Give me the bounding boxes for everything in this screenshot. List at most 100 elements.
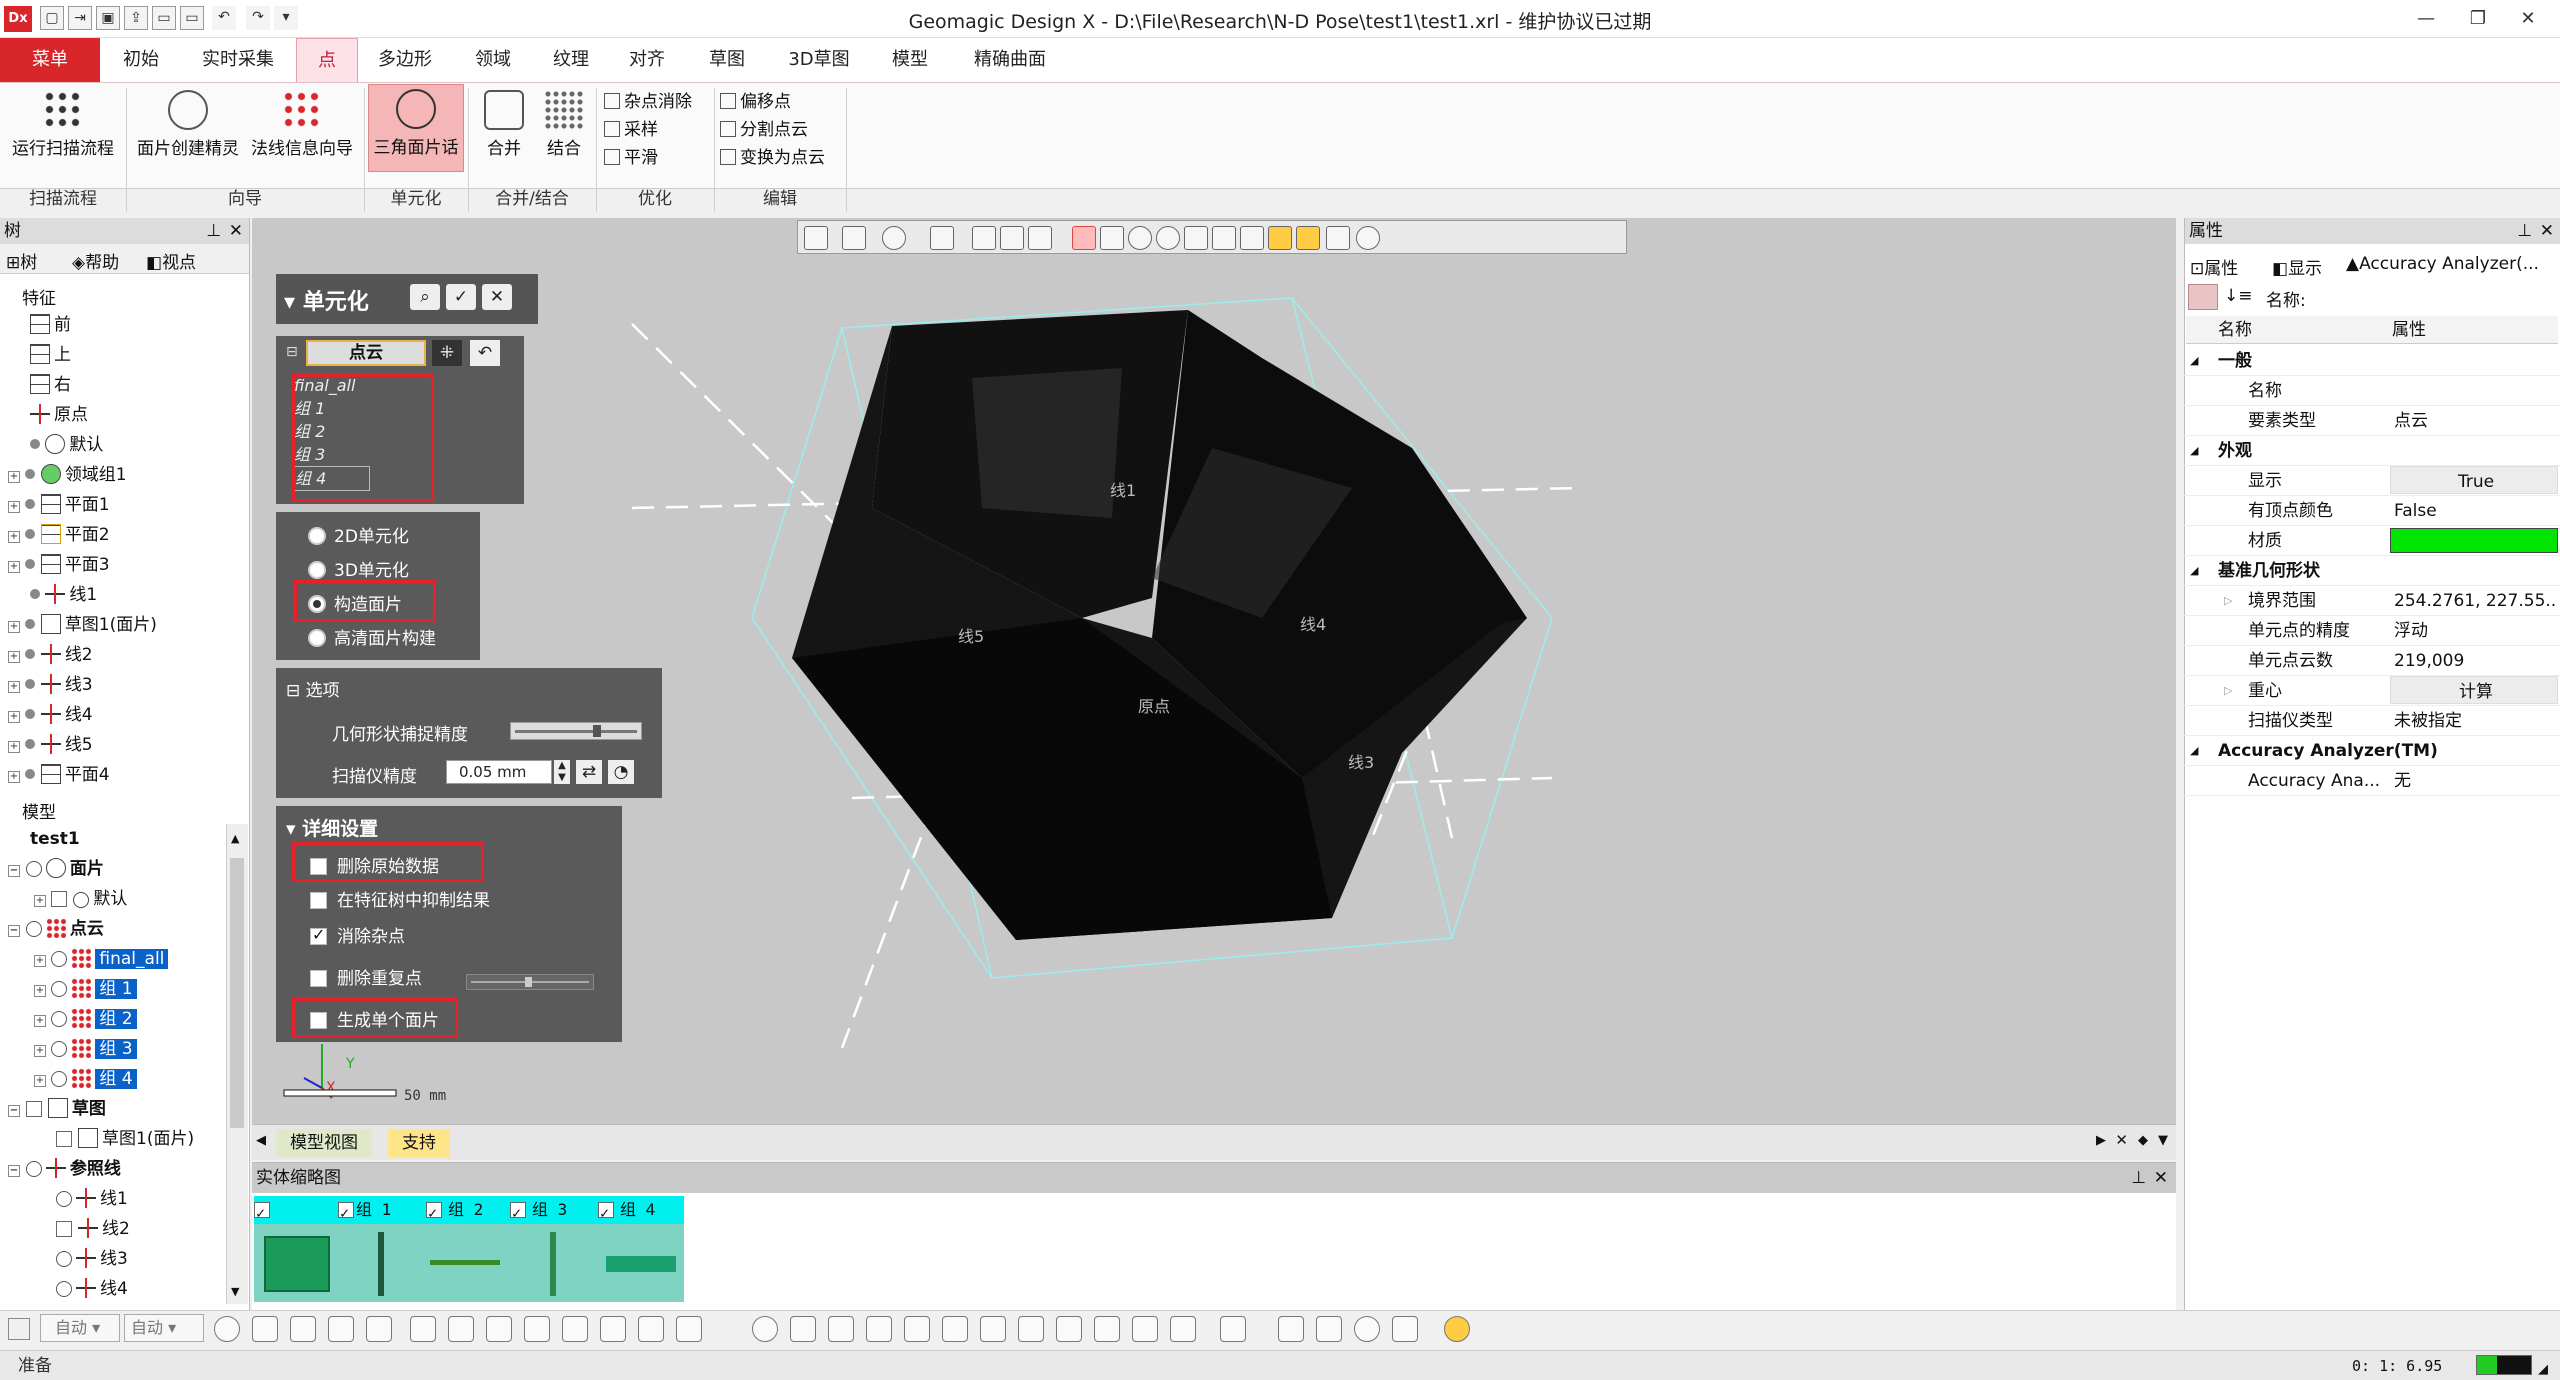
tab-model[interactable]: 模型 [872,38,948,82]
view-copy-icon[interactable] [1220,1316,1246,1342]
tab-dropdown-icon[interactable]: ▼ [2158,1133,2168,1148]
prop-row[interactable]: 扫描仪类型 未被指定 [2184,706,2560,736]
prop-row[interactable]: 材质 [2184,526,2560,556]
view-rotate-icon[interactable] [1094,1316,1120,1342]
auto-select-2[interactable]: 自动 ▾ [124,1314,204,1342]
extend-select-icon[interactable] [1296,226,1320,250]
tab-support[interactable]: 支持 [388,1129,450,1157]
accuracy-analyzer-icon[interactable] [1444,1316,1470,1342]
eye-icon[interactable] [25,921,42,937]
rect-select-icon[interactable] [1100,226,1124,250]
tree-item-plane3[interactable]: + 平面3 [8,550,110,580]
tab-polygon[interactable]: 多边形 [368,38,442,82]
tree-item-line4[interactable]: + 线4 [8,700,93,730]
tree-scrollbar[interactable]: ▲ ▼ [226,824,248,1304]
cancel-icon[interactable]: ✕ [482,284,512,310]
tree-pc-final-all[interactable]: + final_all [34,944,169,974]
triangulate-button[interactable]: 三角面片话 [368,84,464,172]
offset-points-button[interactable]: 偏移点 [720,88,791,116]
tree-mesh-group[interactable]: − 面片 [8,854,104,884]
thumb-image-group1[interactable] [378,1232,384,1296]
tree-item-top[interactable]: 上 [30,340,71,370]
range-icon[interactable]: ⇄ [576,760,602,784]
measure-distance-icon[interactable] [1278,1316,1304,1342]
view-right-icon[interactable] [904,1316,930,1342]
display-sketch-icon[interactable] [410,1316,436,1342]
close-button[interactable]: ✕ [2508,5,2548,33]
prop-row[interactable]: ▷ 境界范围 254.2761, 227.55... [2184,586,2560,616]
options-title[interactable]: ⊟ 选项 [286,676,340,701]
flip-view-icon[interactable] [1028,226,1052,250]
circle-select-icon[interactable] [1128,226,1152,250]
measure-area-icon[interactable] [1392,1316,1418,1342]
noise-removal-button[interactable]: 杂点消除 [604,88,692,116]
tab-sketch[interactable]: 草图 [690,38,764,82]
tree-item-line1[interactable]: 线1 [30,580,97,610]
scanner-precision-input[interactable]: 0.05 mm [446,760,552,784]
tree-refline2[interactable]: 线2 [56,1214,130,1244]
tab-prev-icon[interactable]: ◀ [256,1133,266,1148]
tree-pointcloud-group[interactable]: − 点云 [8,914,104,944]
slider-thumb[interactable] [593,725,601,737]
display-eye-icon[interactable] [214,1316,240,1342]
tree-refline-group[interactable]: − 参照线 [8,1154,121,1184]
thumb-image-group3[interactable] [550,1232,556,1296]
pin-icon[interactable]: ⊥ [2131,1163,2146,1193]
tab-region[interactable]: 领域 [458,38,528,82]
estimate-icon[interactable]: ◔ [608,760,634,784]
tree-pc-group3[interactable]: + 组 3 [34,1034,137,1064]
tab-accuracy-analyzer[interactable]: ▲Accuracy Analyzer(... [2346,254,2556,274]
prop-row[interactable]: 要素类型 点云 [2184,406,2560,436]
visible-only-icon[interactable] [1356,226,1380,250]
prop-section-accuracy[interactable]: ◢ Accuracy Analyzer(TM) [2184,736,2560,766]
tree-item-line5[interactable]: + 线5 [8,730,93,760]
display-measure-icon[interactable] [638,1316,664,1342]
view-top-icon[interactable] [942,1316,968,1342]
alpha-sort-icon[interactable]: ↓≡ [2224,286,2253,306]
display-plane-icon[interactable] [486,1316,512,1342]
eye-icon[interactable] [25,861,42,877]
scroll-down-icon[interactable]: ▼ [231,1285,239,1298]
tree-item-origin[interactable]: 原点 [30,400,88,430]
remove-noise-option[interactable]: 消除杂点 [310,922,405,947]
mode-2d[interactable]: 2D单元化 [308,522,409,547]
pin-icon[interactable]: ⊥ [206,218,221,244]
category-sort-icon[interactable] [2188,284,2218,310]
view-fit-icon[interactable] [1018,1316,1044,1342]
thumb-image-final-all[interactable] [264,1236,330,1292]
ok-icon[interactable]: ✓ [446,284,476,310]
tree-item-plane4[interactable]: + 平面4 [8,760,110,790]
tree-item-right[interactable]: 右 [30,370,71,400]
display-mesh-icon[interactable] [252,1316,278,1342]
tab-properties[interactable]: ⊡属性 [2190,254,2238,279]
render-mode-icon[interactable] [882,226,906,250]
tab-exact-surface[interactable]: 精确曲面 [960,38,1060,82]
suppress-result-option[interactable]: 在特征树中抑制结果 [310,886,490,911]
thumb-image-group4[interactable] [606,1256,676,1272]
tab-model-view[interactable]: 模型视图 [276,1129,372,1157]
smooth-button[interactable]: 平滑 [604,144,658,172]
fill-select-icon[interactable] [1268,226,1292,250]
prop-row[interactable]: ▷ 重心 计算 [2184,676,2560,706]
tab-display[interactable]: ◧显示 [2272,254,2322,279]
view-iso-icon[interactable] [752,1316,778,1342]
run-scan-process-button[interactable]: 运行扫描流程 [4,86,122,166]
scroll-up-icon[interactable]: ▲ [231,832,239,845]
sampling-button[interactable]: 采样 [604,116,658,144]
display-points-icon[interactable] [290,1316,316,1342]
thumb-image-group2[interactable] [430,1260,500,1265]
thumb-group2[interactable]: 组 2 [420,1196,506,1227]
thumb-group1[interactable]: 组 1 [338,1196,420,1227]
tab-help[interactable]: ◈帮助 [72,248,119,273]
material-swatch[interactable] [2390,528,2558,553]
measure-angle-icon[interactable] [1316,1316,1342,1342]
tree-item-plane1[interactable]: + 平面1 [8,490,110,520]
merge-button[interactable]: 合并 [474,86,534,166]
selection-filter-icon[interactable] [8,1318,30,1340]
normal-wizard-button[interactable]: 法线信息向导 [246,86,358,166]
line-select-icon[interactable] [1072,226,1096,250]
thumb-group3[interactable]: 组 3 [506,1196,592,1227]
thumb-final-all[interactable]: final_a [254,1196,338,1247]
combine-button[interactable]: 结合 [534,86,594,166]
tree-model-root[interactable]: test1 [30,824,80,854]
